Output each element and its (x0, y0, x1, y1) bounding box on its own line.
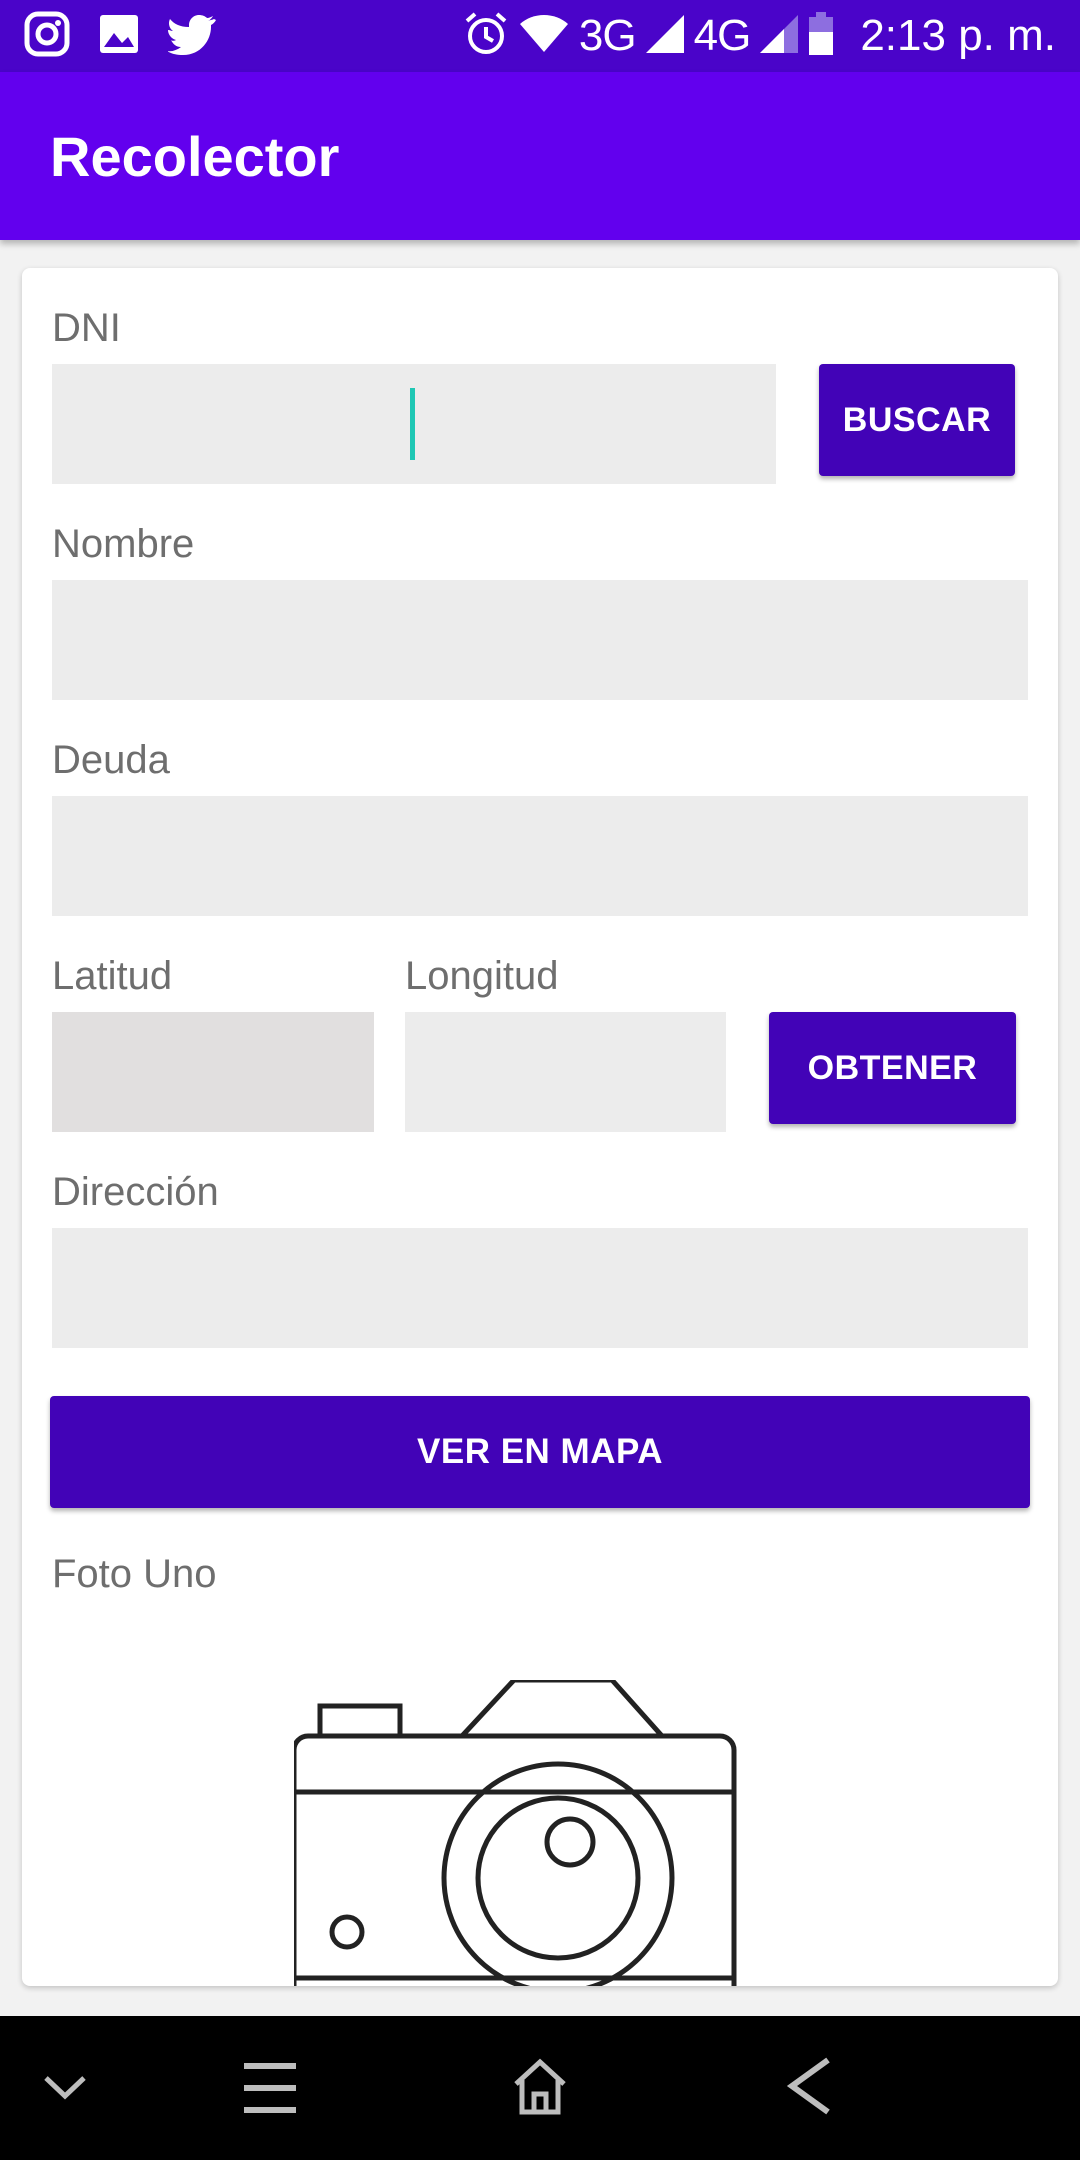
status-bar: 3G 4G 2:13 p. m. (0, 0, 1080, 72)
twitter-icon (167, 13, 216, 60)
photo-one-label: Foto Uno (52, 1552, 217, 1596)
app-bar: Recolector (0, 72, 1080, 240)
name-input[interactable] (52, 580, 1028, 700)
signal-weak-icon (760, 14, 799, 58)
network-4g-label: 4G (693, 11, 752, 60)
longitude-input[interactable] (405, 1012, 726, 1132)
form-card: DNI BUSCAR Nombre Deuda Latitud Longitud… (22, 268, 1058, 1986)
latitude-label: Latitud (52, 954, 173, 998)
instagram-icon (24, 11, 70, 62)
navigation-bar (0, 2016, 1080, 2160)
dni-input[interactable] (52, 364, 776, 484)
chevron-down-icon[interactable] (42, 2072, 88, 2107)
alarm-icon (463, 11, 509, 62)
app-title: Recolector (50, 124, 340, 188)
network-3g-label: 3G (578, 11, 637, 60)
text-cursor (410, 388, 415, 460)
address-input[interactable] (52, 1228, 1028, 1348)
signal-icon (645, 14, 684, 58)
dni-label: DNI (52, 306, 121, 350)
debt-input[interactable] (52, 796, 1028, 916)
battery-icon (808, 11, 834, 61)
name-label: Nombre (52, 522, 195, 566)
back-icon[interactable] (784, 2056, 834, 2121)
gallery-icon (98, 13, 140, 60)
latitude-input[interactable] (52, 1012, 374, 1132)
menu-icon[interactable] (240, 2060, 300, 2121)
address-label: Dirección (52, 1170, 219, 1214)
clock: 2:13 p. m. (860, 11, 1056, 60)
longitude-label: Longitud (405, 954, 559, 998)
camera-icon[interactable] (291, 1677, 744, 1986)
obtain-location-button[interactable]: OBTENER (769, 1012, 1016, 1124)
home-icon[interactable] (510, 2056, 570, 2121)
view-map-button[interactable]: VER EN MAPA (50, 1396, 1030, 1508)
wifi-icon (519, 14, 569, 59)
debt-label: Deuda (52, 738, 170, 782)
search-button[interactable]: BUSCAR (819, 364, 1015, 476)
